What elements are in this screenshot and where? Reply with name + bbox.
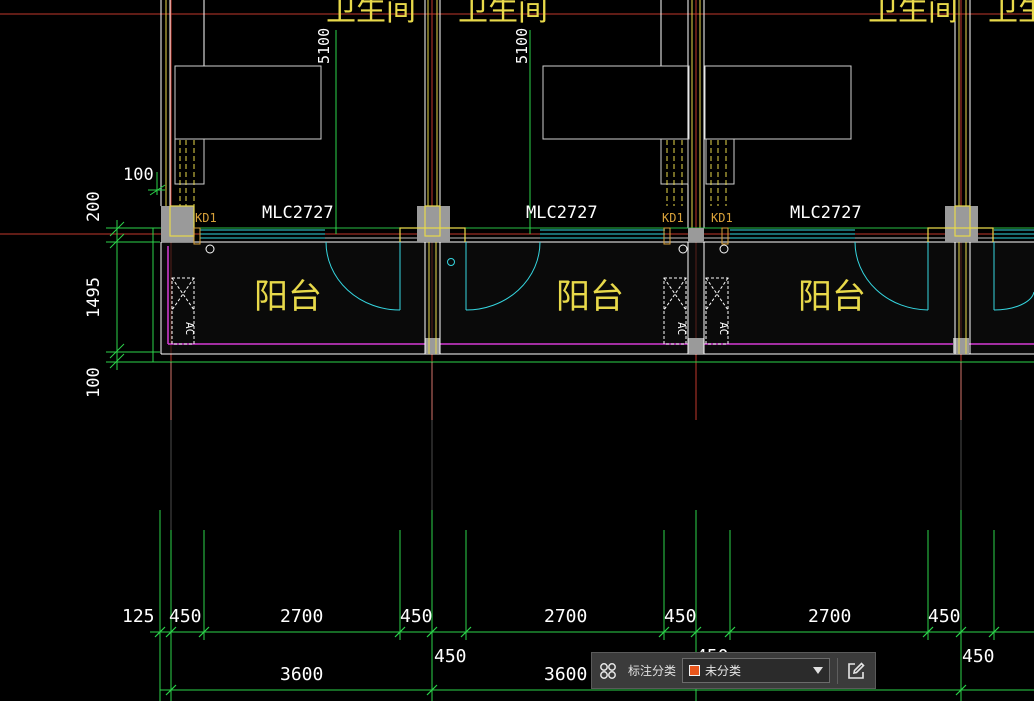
lower-grid (170, 362, 962, 630)
kd-tag-2: KD1 (662, 211, 684, 225)
cad-canvas[interactable]: 阳台 阳台 阳台 卫生间 卫生间 卫生间 卫生间 MLC2727 MLC2727… (0, 0, 1034, 701)
top-room-label-1: 卫生间 (326, 0, 416, 28)
dim-bottom-450-d: 450 (928, 606, 961, 627)
dim-bottom-450-b: 450 (400, 606, 433, 627)
top-room-label-2: 卫生间 (458, 0, 548, 28)
dim-bottom-2700-b: 2700 (544, 606, 587, 627)
door-tag-1: MLC2727 (262, 203, 334, 223)
upper-walls-yellow (165, 0, 967, 228)
edit-icon[interactable] (838, 653, 874, 688)
door-tag-2: MLC2727 (526, 203, 598, 223)
ac-tag-3: AC (717, 322, 730, 335)
dim-bottom-450-e: 450 (434, 646, 467, 667)
dim-bottom-2700-a: 2700 (280, 606, 323, 627)
top-room-label-4: 卫生间 (988, 0, 1034, 28)
room-label-2: 阳台 (556, 277, 624, 317)
top-room-label-3: 卫生间 (868, 0, 958, 28)
dim-bottom-3600-b: 3600 (544, 664, 587, 685)
ac-tag-1: AC (183, 322, 196, 335)
category-dropdown[interactable]: 未分类 (682, 658, 831, 683)
pipes (179, 140, 727, 206)
dim-bottom-2700-c: 2700 (808, 606, 851, 627)
dim-200: 200 (84, 191, 104, 222)
drawing-area[interactable]: 阳台 阳台 阳台 卫生间 卫生间 卫生间 卫生间 MLC2727 MLC2727… (0, 0, 1034, 701)
dim-100-bottom: 100 (84, 367, 104, 398)
category-value: 未分类 (705, 664, 742, 678)
dim-top-5100-mid: 5100 (513, 28, 531, 64)
kd-tag-3: KD1 (711, 211, 733, 225)
ac-tag-2: AC (675, 322, 688, 335)
annotation-category-label: 标注分类 (628, 664, 677, 678)
dim-100-top: 100 (123, 165, 154, 185)
dim-bottom-450-c: 450 (664, 606, 697, 627)
annotation-toolbar: 标注分类 未分类 (591, 652, 876, 689)
grid-icon[interactable] (592, 653, 624, 688)
upper-walls (160, 0, 971, 228)
room-label-3: 阳台 (798, 277, 866, 317)
room-label-1: 阳台 (254, 277, 322, 317)
chevron-down-icon[interactable] (813, 667, 824, 674)
door-tag-3: MLC2727 (790, 203, 862, 223)
dim-top-5100-left: 5100 (315, 28, 333, 64)
dim-bottom-3600-a: 3600 (280, 664, 323, 685)
category-color-swatch (689, 665, 701, 676)
dim-bottom-125: 125 (122, 606, 155, 627)
fixtures (174, 65, 852, 185)
dim-bottom-450-g: 450 (962, 646, 995, 667)
dim-bottom-450-a: 450 (169, 606, 202, 627)
kd-tag-1: KD1 (195, 211, 217, 225)
dim-1495: 1495 (84, 277, 104, 318)
